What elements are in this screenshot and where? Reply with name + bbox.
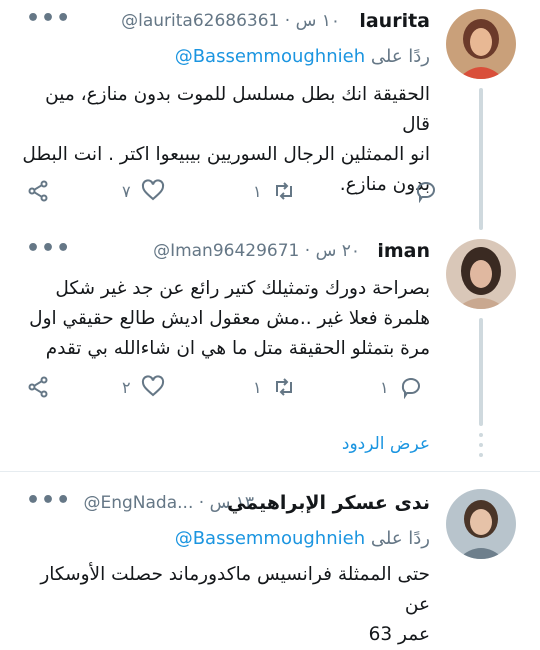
retweet-button[interactable]: ١: [253, 176, 296, 206]
replying-to: ردًا على @Bassemmoughnieh: [175, 46, 430, 67]
heart-icon: [141, 179, 164, 201]
retweet-count: ١: [253, 377, 262, 397]
reply-icon: [416, 182, 435, 203]
like-button[interactable]: ٢: [122, 372, 165, 402]
like-count: ٧: [122, 181, 131, 201]
reply-button[interactable]: [404, 176, 438, 206]
tweet-text: حتى الممثلة فرانسيس ماكدورماند حصلت الأو…: [18, 560, 430, 650]
share-icon: [28, 180, 48, 202]
display-name[interactable]: laurita: [359, 10, 430, 32]
reply-count: ١: [380, 377, 389, 397]
more-options-icon[interactable]: •••: [26, 236, 71, 261]
tweet-actions: ٢ ١ ١: [0, 372, 430, 402]
heart-icon: [141, 375, 164, 397]
replying-prefix: ردًا على: [370, 528, 430, 549]
tweet-text-line: هلمرة فعلا غير ..مش معقول اديش طالع حقيق…: [29, 308, 430, 329]
replying-handle[interactable]: @Bassemmoughnieh: [175, 528, 365, 549]
tweet-text-line: الحقيقة انك بطل مسلسل للموت بدون منازع، …: [45, 84, 430, 135]
tweet-text-line: حتى الممثلة فرانسيس ماكدورماند حصلت الأو…: [40, 564, 430, 615]
tweet-text-line: عمر 63: [368, 624, 430, 645]
tweet-header: ••• @laurita62686361 · ١٠ س laurita: [20, 6, 430, 36]
user-handle[interactable]: @Iman96429671: [153, 241, 299, 261]
share-button[interactable]: [26, 176, 50, 206]
more-options-icon[interactable]: •••: [26, 6, 71, 31]
reply-icon: [401, 378, 420, 399]
thread-dots: [479, 433, 483, 463]
tweet-header: ••• @EngNada... · ١٣ س ندى عسكر الإبراهي…: [20, 488, 430, 518]
replying-to: ردًا على @Bassemmoughnieh: [175, 528, 430, 549]
tweet-3[interactable]: ••• @EngNada... · ١٣ س ندى عسكر الإبراهي…: [0, 472, 540, 645]
more-options-icon[interactable]: •••: [26, 488, 71, 513]
user-handle[interactable]: @laurita62686361: [121, 11, 279, 31]
avatar[interactable]: [446, 489, 516, 559]
share-icon: [28, 376, 48, 398]
tweet-meta: @Iman96429671 · ٢٠ س: [153, 241, 360, 261]
tweet-time[interactable]: ١٠ س: [296, 11, 340, 31]
like-count: ٢: [122, 377, 131, 397]
like-button[interactable]: ٧: [122, 176, 165, 206]
reply-button[interactable]: ١: [380, 372, 423, 402]
retweet-icon: [275, 378, 292, 396]
tweet-time[interactable]: ٢٠ س: [316, 241, 360, 261]
tweet-2[interactable]: ••• @Iman96429671 · ٢٠ س iman بصراحة دور…: [0, 230, 540, 430]
display-name[interactable]: ندى عسكر الإبراهيمي: [227, 492, 430, 514]
display-name[interactable]: iman: [377, 240, 430, 262]
tweet-meta: @laurita62686361 · ١٠ س: [121, 11, 340, 31]
retweet-button[interactable]: ١: [253, 372, 296, 402]
replying-prefix: ردًا على: [370, 46, 430, 67]
avatar[interactable]: [446, 239, 516, 309]
tweet-text-line: بصراحة دورك وتمثيلك كتير رائع عن جد غير …: [55, 278, 430, 299]
replying-handle[interactable]: @Bassemmoughnieh: [175, 46, 365, 67]
thread-line: [479, 88, 483, 230]
share-button[interactable]: [26, 372, 50, 402]
retweet-count: ١: [253, 181, 262, 201]
tweet-actions: ٧ ١: [0, 176, 435, 206]
avatar[interactable]: [446, 9, 516, 79]
tweet-text-line: انو الممثلين الرجال السوريين بيبيعوا اكت…: [22, 144, 430, 165]
tweet-header: ••• @Iman96429671 · ٢٠ س iman: [20, 236, 430, 266]
user-handle[interactable]: @EngNada...: [83, 493, 193, 513]
show-replies-link[interactable]: عرض الردود: [342, 434, 430, 454]
retweet-icon: [275, 182, 292, 200]
thread-line: [479, 318, 483, 426]
tweet-1[interactable]: ••• @laurita62686361 · ١٠ س laurita ردًا…: [0, 0, 540, 230]
tweet-text-line: مرة بتمثلو الحقيقة متل ما هي ان شاءالله …: [45, 338, 430, 359]
tweet-text: بصراحة دورك وتمثيلك كتير رائع عن جد غير …: [18, 274, 430, 364]
